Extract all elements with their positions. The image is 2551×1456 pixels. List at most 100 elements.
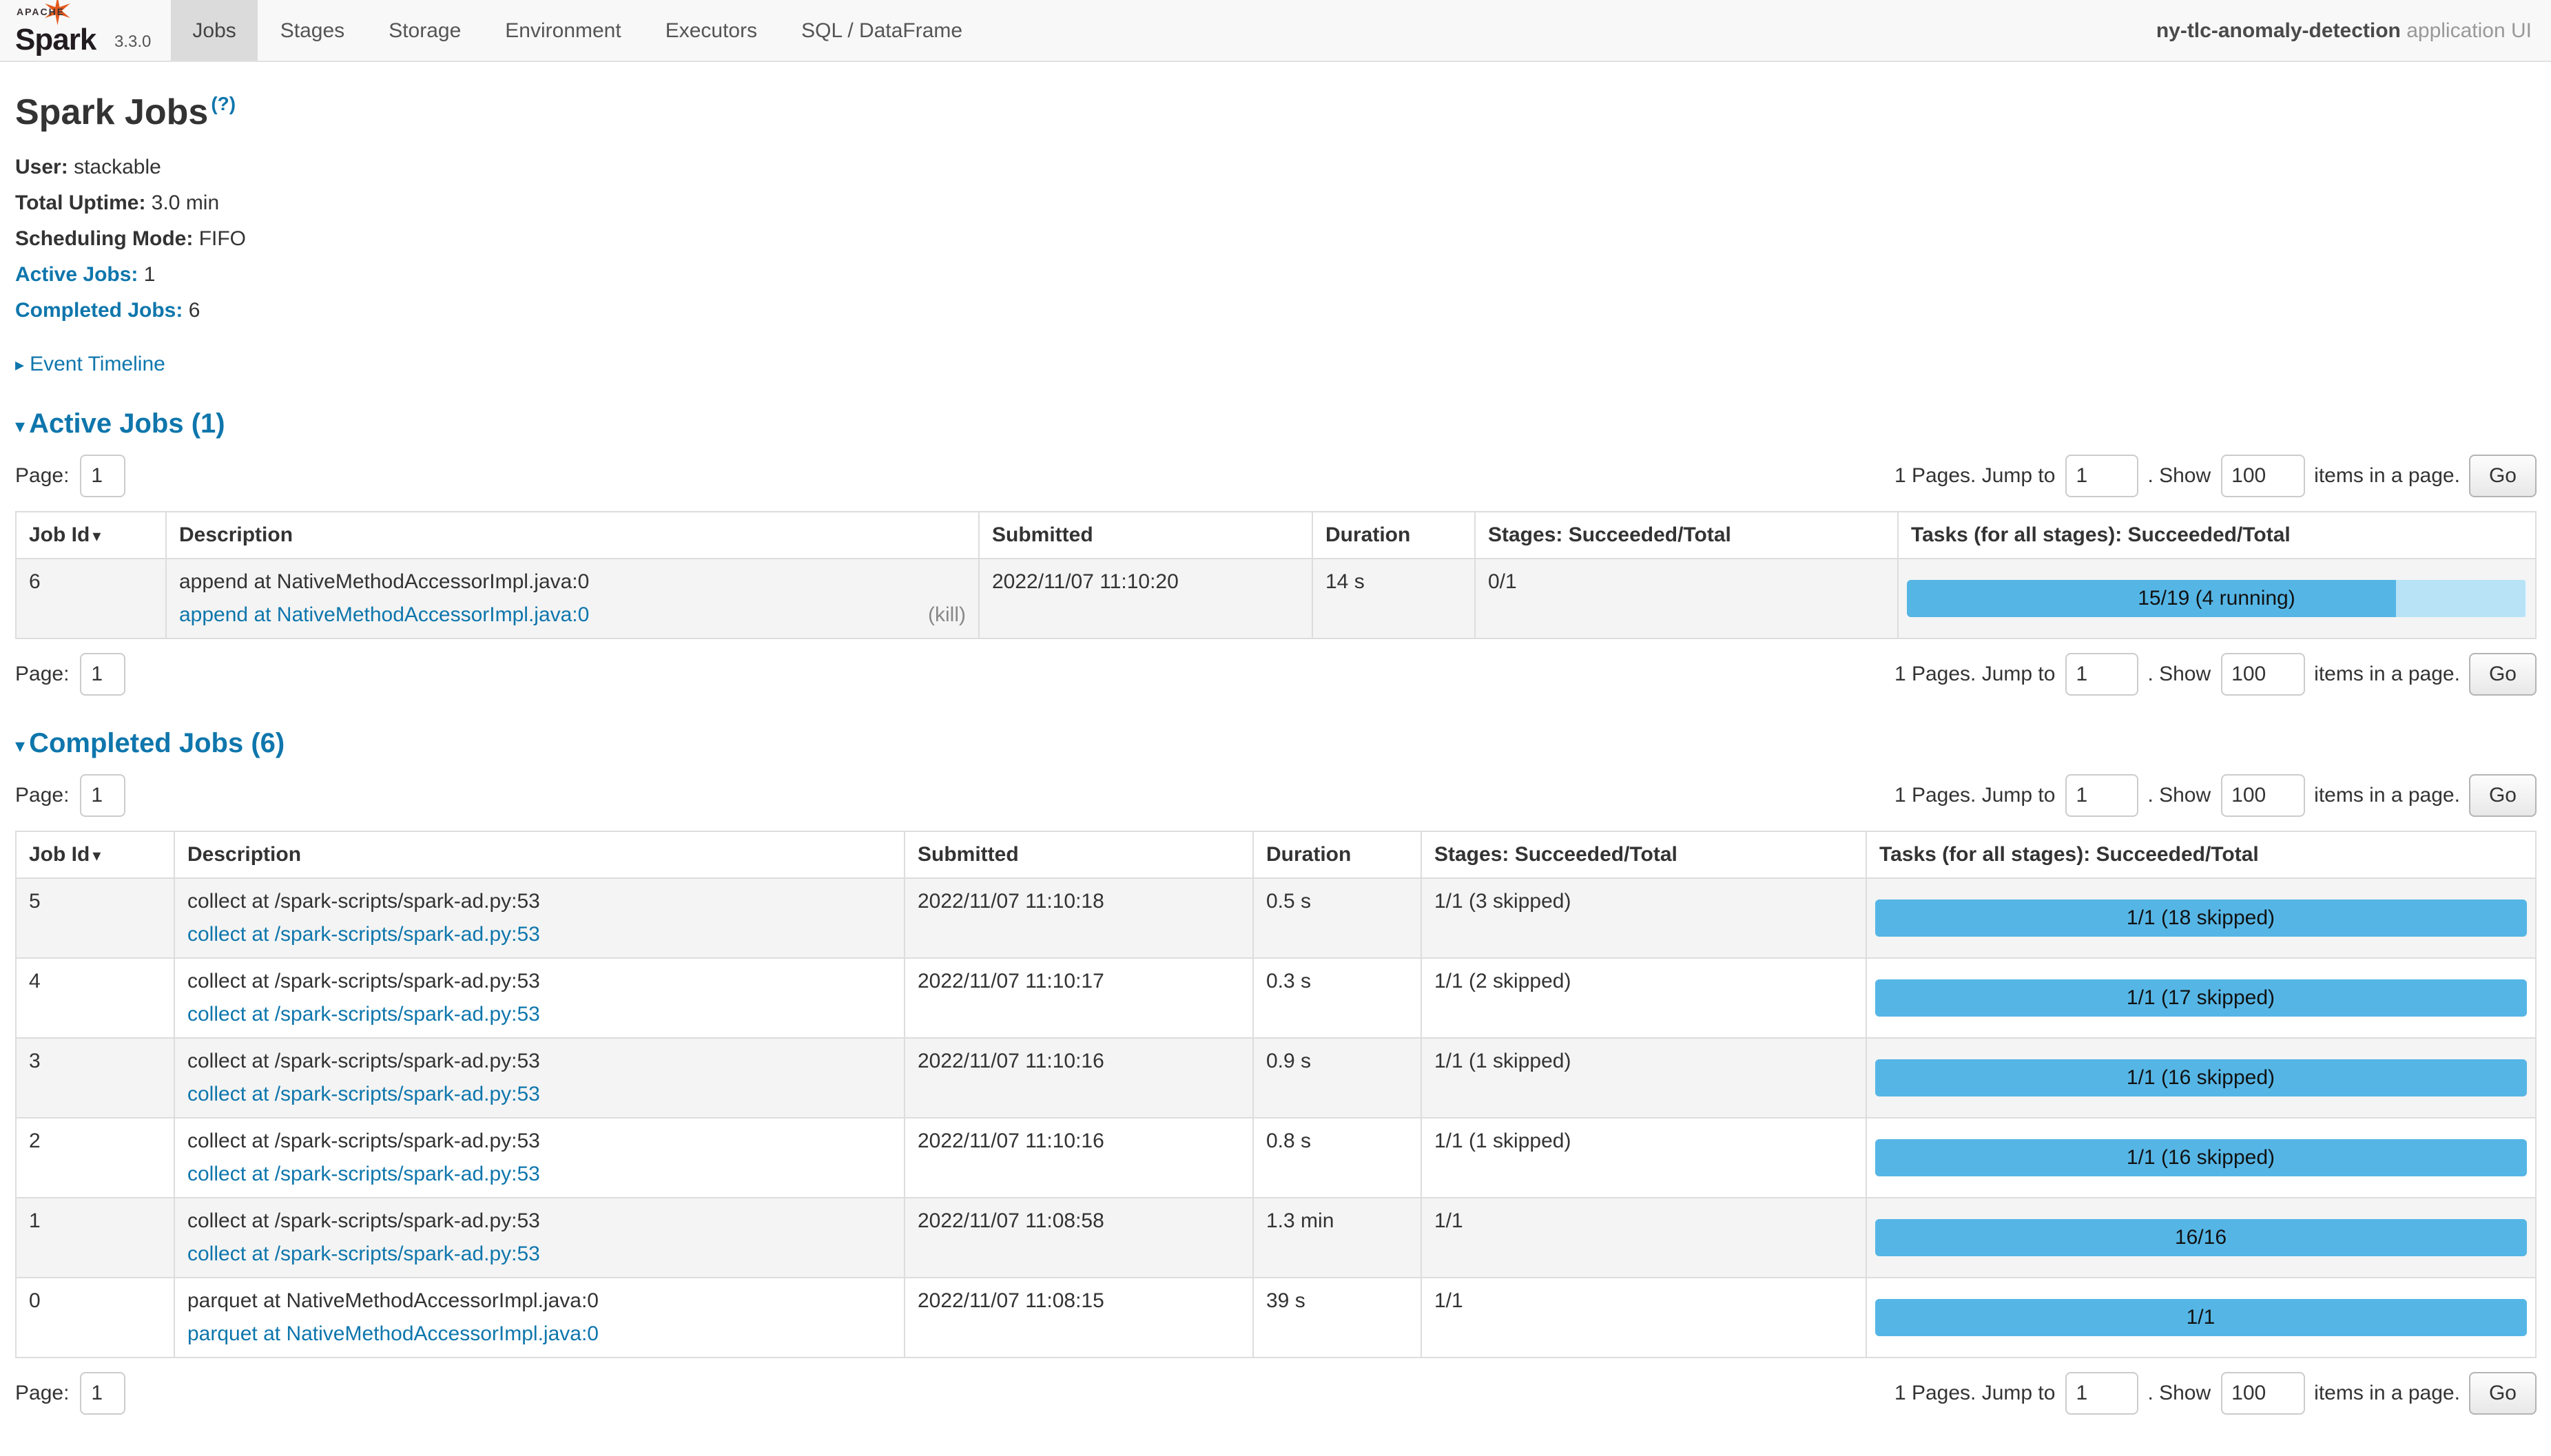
job-duration-cell: 39 s (1253, 1278, 1421, 1358)
event-timeline-toggle[interactable]: ▸Event Timeline (15, 353, 2536, 376)
items-per-page-input[interactable] (2220, 774, 2304, 817)
active-jobs-count: 1 (144, 263, 156, 287)
jump-to-input[interactable] (2065, 1372, 2138, 1415)
job-row: 3 collect at /spark-scripts/spark-ad.py:… (16, 1038, 2535, 1118)
completed-jobs-heading-label: Completed Jobs (6) (29, 729, 285, 759)
go-button[interactable]: Go (2470, 1372, 2536, 1415)
show-text: . Show (2147, 1382, 2211, 1405)
items-text: items in a page. (2314, 784, 2460, 807)
pagination-bar: Page: 1 Pages. Jump to . Show items in a… (15, 774, 2536, 817)
col-duration[interactable]: Duration (1312, 512, 1475, 559)
col-description[interactable]: Description (166, 512, 979, 559)
col-submitted[interactable]: Submitted (905, 831, 1253, 878)
active-jobs-heading[interactable]: ▾Active Jobs (1) (15, 409, 2536, 441)
jump-to-input[interactable] (2065, 455, 2138, 497)
completed-jobs-count: 6 (189, 299, 200, 322)
job-description-link[interactable]: collect at /spark-scripts/spark-ad.py:53 (187, 1160, 540, 1189)
job-description-cell: collect at /spark-scripts/spark-ad.py:53… (174, 1198, 905, 1278)
sort-desc-icon: ▾ (92, 526, 101, 545)
spark-logo[interactable]: ✶ APACHE Spark 3.3.0 (0, 0, 170, 61)
tasks-progress-bar: 15/19 (4 running) (1907, 580, 2526, 617)
job-duration-cell: 1.3 min (1253, 1198, 1421, 1278)
completed-jobs-link[interactable]: Completed Jobs: (15, 299, 183, 322)
job-description-link[interactable]: collect at /spark-scripts/spark-ad.py:53 (187, 1000, 540, 1029)
items-per-page-input[interactable] (2220, 455, 2304, 497)
kill-link[interactable]: (kill) (928, 601, 966, 630)
spark-wordmark: Spark (15, 25, 96, 55)
job-tasks-cell: 1/1 (16 skipped) (1866, 1118, 2535, 1198)
page-label: Page: (15, 464, 69, 488)
active-jobs-link[interactable]: Active Jobs: (15, 263, 138, 287)
progress-label: 1/1 (1875, 1299, 2526, 1336)
job-submitted-cell: 2022/11/07 11:08:58 (905, 1198, 1253, 1278)
job-description-text: collect at /spark-scripts/spark-ad.py:53 (187, 967, 891, 996)
page-number-input[interactable] (80, 455, 125, 497)
page-number-input[interactable] (80, 653, 125, 696)
col-stages[interactable]: Stages: Succeeded/Total (1421, 831, 1866, 878)
progress-label: 15/19 (4 running) (1907, 580, 2526, 617)
tasks-progress-bar: 1/1 (1875, 1299, 2526, 1336)
job-id-cell: 3 (16, 1038, 174, 1118)
col-duration[interactable]: Duration (1253, 831, 1421, 878)
tab-jobs[interactable]: Jobs (170, 0, 258, 61)
col-stages[interactable]: Stages: Succeeded/Total (1475, 512, 1898, 559)
job-submitted-cell: 2022/11/07 11:10:20 (979, 559, 1312, 638)
job-stages-cell: 0/1 (1475, 559, 1898, 638)
items-per-page-input[interactable] (2220, 1372, 2304, 1415)
jump-to-input[interactable] (2065, 774, 2138, 817)
collapse-down-arrow-icon: ▾ (15, 734, 25, 756)
jump-to-input[interactable] (2065, 653, 2138, 696)
job-tasks-cell: 16/16 (1866, 1198, 2535, 1278)
go-button[interactable]: Go (2470, 774, 2536, 817)
job-description-link[interactable]: collect at /spark-scripts/spark-ad.py:53 (187, 1080, 540, 1109)
help-link[interactable]: (?) (211, 93, 236, 115)
job-description-cell: append at NativeMethodAccessorImpl.java:… (166, 559, 979, 638)
job-description-link[interactable]: collect at /spark-scripts/spark-ad.py:53 (187, 1240, 540, 1269)
tab-sql-dataframe[interactable]: SQL / DataFrame (779, 0, 984, 61)
job-description-link[interactable]: append at NativeMethodAccessorImpl.java:… (179, 601, 589, 630)
job-description-text: collect at /spark-scripts/spark-ad.py:53 (187, 1047, 891, 1076)
col-tasks[interactable]: Tasks (for all stages): Succeeded/Total (1866, 831, 2535, 878)
completed-jobs-heading[interactable]: ▾Completed Jobs (6) (15, 729, 2536, 760)
job-row: 1 collect at /spark-scripts/spark-ad.py:… (16, 1198, 2535, 1278)
tab-environment[interactable]: Environment (483, 0, 643, 61)
nav-tabs: Jobs Stages Storage Environment Executor… (170, 0, 984, 61)
top-navbar: ✶ APACHE Spark 3.3.0 Jobs Stages Storage… (0, 0, 2551, 62)
col-submitted[interactable]: Submitted (979, 512, 1312, 559)
job-row: 5 collect at /spark-scripts/spark-ad.py:… (16, 878, 2535, 958)
progress-label: 1/1 (16 skipped) (1875, 1139, 2526, 1176)
job-description-cell: parquet at NativeMethodAccessorImpl.java… (174, 1278, 905, 1358)
job-description-link[interactable]: collect at /spark-scripts/spark-ad.py:53 (187, 920, 540, 949)
progress-label: 1/1 (16 skipped) (1875, 1059, 2526, 1096)
show-text: . Show (2147, 784, 2211, 807)
pages-jump-text: 1 Pages. Jump to (1894, 464, 2055, 488)
progress-label: 16/16 (1875, 1219, 2526, 1256)
job-description-link[interactable]: parquet at NativeMethodAccessorImpl.java… (187, 1320, 599, 1349)
tasks-progress-bar: 1/1 (17 skipped) (1875, 979, 2526, 1017)
table-header-row: Job Id▾ Description Submitted Duration S… (16, 512, 2535, 559)
job-id-cell: 6 (16, 559, 166, 638)
tab-stages[interactable]: Stages (258, 0, 366, 61)
col-description[interactable]: Description (174, 831, 905, 878)
page-number-input[interactable] (80, 1372, 125, 1415)
tab-executors[interactable]: Executors (643, 0, 779, 61)
job-duration-cell: 0.8 s (1253, 1118, 1421, 1198)
job-tasks-cell: 1/1 (1866, 1278, 2535, 1358)
job-row: 4 collect at /spark-scripts/spark-ad.py:… (16, 958, 2535, 1038)
go-button[interactable]: Go (2470, 653, 2536, 696)
col-job-id[interactable]: Job Id▾ (16, 831, 174, 878)
go-button[interactable]: Go (2470, 455, 2536, 497)
items-per-page-input[interactable] (2220, 653, 2304, 696)
page-number-input[interactable] (80, 774, 125, 817)
col-job-id[interactable]: Job Id▾ (16, 512, 166, 559)
page-title-text: Spark Jobs (15, 91, 208, 132)
col-tasks[interactable]: Tasks (for all stages): Succeeded/Total (1898, 512, 2535, 559)
col-job-id-label: Job Id (29, 523, 90, 547)
sort-desc-icon: ▾ (92, 846, 101, 865)
job-id-cell: 2 (16, 1118, 174, 1198)
tab-storage[interactable]: Storage (366, 0, 483, 61)
job-duration-cell: 14 s (1312, 559, 1475, 638)
show-text: . Show (2147, 663, 2211, 686)
progress-label: 1/1 (17 skipped) (1875, 979, 2526, 1017)
job-id-cell: 5 (16, 878, 174, 958)
